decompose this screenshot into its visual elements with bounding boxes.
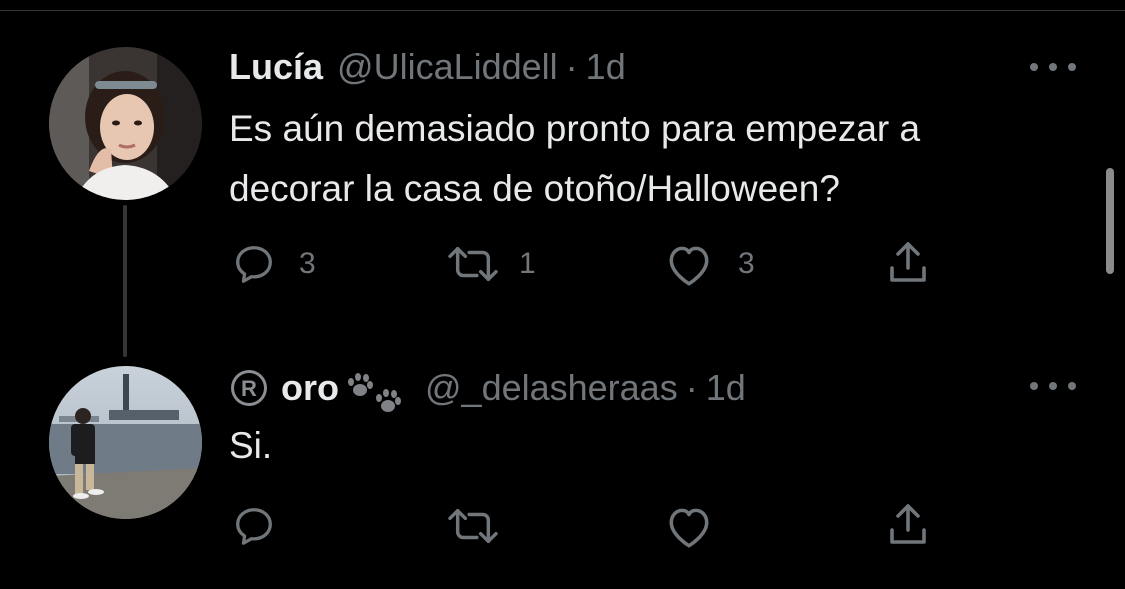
share-icon <box>890 242 926 282</box>
avatar-lucia[interactable] <box>49 47 202 200</box>
top-divider <box>0 10 1125 11</box>
tweet-text: Si. <box>229 416 272 476</box>
thread-connector-line <box>123 205 127 357</box>
display-name[interactable]: oro <box>281 367 339 409</box>
heart-icon <box>669 508 709 548</box>
separator-dot: · <box>565 46 578 87</box>
tweet-text: Es aún demasiado pronto para empezar a d… <box>229 99 920 219</box>
paw-prints-icon <box>348 373 401 412</box>
user-handle[interactable]: @UlicaLiddell <box>337 46 558 88</box>
retweet-count: 1 <box>519 247 536 280</box>
avatar-oro[interactable] <box>49 366 202 519</box>
tweet-header: R oro @_delasheraas · 1d <box>229 366 746 412</box>
reply-button[interactable]: 3 <box>231 241 316 287</box>
reply-count: 3 <box>299 247 316 280</box>
more-icon <box>1030 63 1038 71</box>
retweet-icon <box>448 246 498 282</box>
user-handle[interactable]: @_delasheraas <box>425 367 678 409</box>
more-options-button[interactable] <box>1030 57 1076 77</box>
reply-icon <box>236 246 272 283</box>
timestamp[interactable]: 1d <box>706 367 746 409</box>
more-options-button[interactable] <box>1030 376 1076 396</box>
svg-text:R: R <box>241 376 257 401</box>
retweet-button[interactable] <box>445 503 501 549</box>
share-button[interactable] <box>884 238 932 288</box>
more-icon <box>1030 382 1038 390</box>
tweet-text-line: Es aún demasiado pronto para empezar a <box>229 108 921 149</box>
share-icon <box>890 504 926 544</box>
like-button[interactable]: 3 <box>664 241 755 287</box>
registered-icon: R <box>231 370 267 406</box>
retweet-icon <box>448 508 498 544</box>
tweet-text-line: decorar la casa de otoño/Halloween? <box>229 168 840 209</box>
tweet-header: Lucía @UlicaLiddell · 1d <box>229 45 626 89</box>
like-button[interactable] <box>664 503 714 549</box>
heart-icon <box>669 246 709 286</box>
like-count: 3 <box>738 247 755 280</box>
scrollbar-thumb[interactable] <box>1106 168 1114 274</box>
reply-icon <box>236 508 272 545</box>
reply-button[interactable] <box>231 503 277 549</box>
retweet-button[interactable]: 1 <box>445 241 536 287</box>
tweet-text-line: Si. <box>229 425 273 466</box>
share-button[interactable] <box>884 500 932 550</box>
separator-dot: · <box>685 367 698 408</box>
display-name[interactable]: Lucía <box>229 46 323 88</box>
timestamp[interactable]: 1d <box>586 46 626 88</box>
